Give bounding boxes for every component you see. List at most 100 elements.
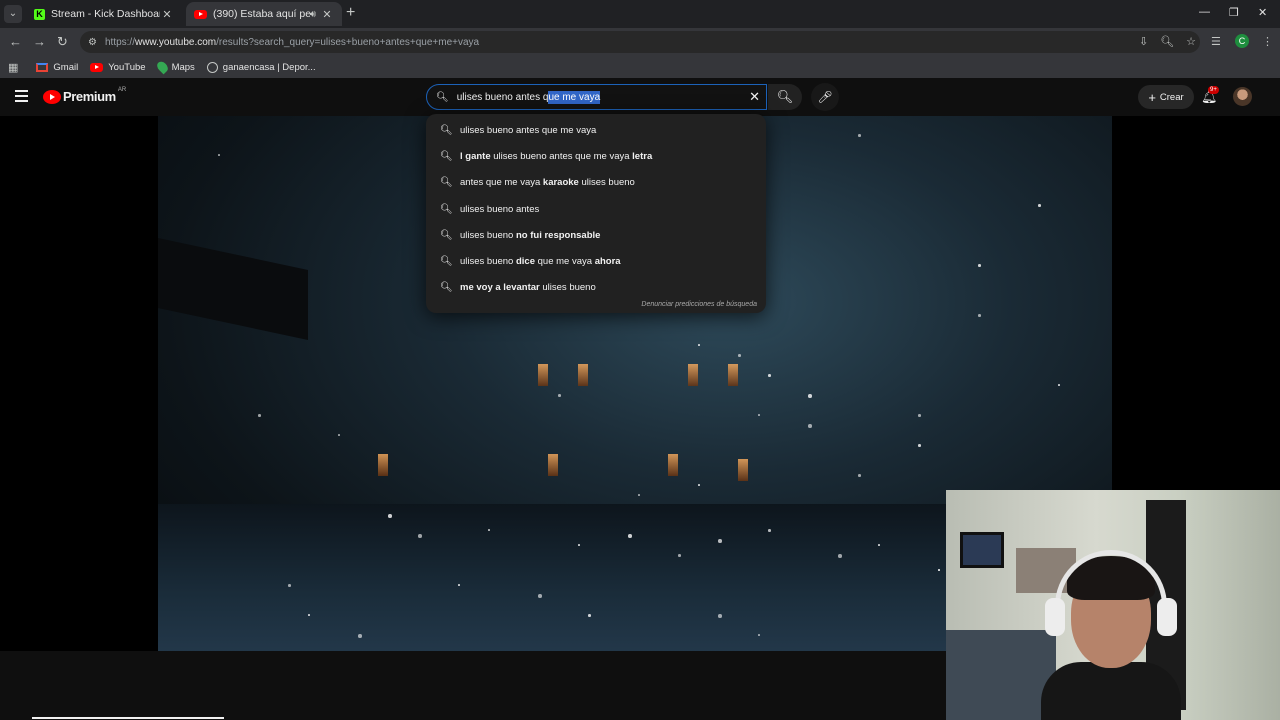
crowd-light bbox=[938, 569, 940, 571]
crowd-light bbox=[388, 514, 392, 518]
search-suggestion[interactable]: 🔍︎ antes que me vaya karaoke ulises bueno bbox=[426, 170, 766, 196]
forward-icon[interactable]: → bbox=[33, 34, 46, 50]
search-suggestions: 🔍︎ ulises bueno antes que me vaya 🔍︎ l gant… bbox=[426, 114, 766, 313]
crowd-light bbox=[218, 154, 220, 156]
crowd-light bbox=[578, 544, 580, 546]
url-text[interactable]: https://www.youtube.com/results?search_q… bbox=[105, 37, 479, 48]
zoom-icon[interactable]: 🔍︎ bbox=[1160, 35, 1174, 48]
close-window-icon[interactable]: ✕ bbox=[1258, 6, 1267, 19]
tab-title: Stream - Kick Dashboard bbox=[51, 8, 160, 20]
create-button[interactable]: + Crear bbox=[1138, 85, 1194, 109]
stage-light bbox=[378, 454, 388, 476]
search-icon: 🔍︎ bbox=[440, 150, 453, 162]
clear-search-icon[interactable]: ✕ bbox=[749, 89, 760, 105]
crowd-light bbox=[918, 414, 921, 417]
new-tab-button[interactable]: + bbox=[346, 5, 355, 21]
bookmark-gmail[interactable]: Gmail bbox=[36, 62, 78, 73]
search-suggestion[interactable]: 🔍︎ l gante ulises bueno antes que me vaya… bbox=[426, 143, 766, 169]
search-icon: 🔍︎ bbox=[440, 256, 453, 268]
crowd-light bbox=[918, 444, 921, 447]
search-icon: 🔍︎ bbox=[440, 177, 453, 189]
tab-youtube[interactable]: (390) Estaba aquí pensando 🔊︎ ✕ bbox=[186, 2, 342, 26]
youtube-icon bbox=[194, 9, 207, 19]
crowd-light bbox=[758, 634, 760, 636]
bookmark-label: Maps bbox=[171, 61, 195, 73]
apps-grid-icon[interactable]: ▦ bbox=[8, 61, 18, 74]
site-info-icon[interactable]: ⚙︎ bbox=[88, 37, 97, 48]
stage-light bbox=[538, 364, 548, 386]
suggestion-text: ulises bueno no fui responsable bbox=[460, 229, 601, 241]
crowd-light bbox=[758, 414, 760, 416]
crowd-light bbox=[698, 344, 700, 346]
bookmark-youtube[interactable]: YouTube bbox=[90, 62, 146, 73]
kick-icon: K bbox=[34, 8, 45, 20]
search-button[interactable]: 🔍︎ bbox=[768, 84, 802, 110]
search-icon: 🔍︎ bbox=[440, 124, 453, 136]
video-progress-bar[interactable] bbox=[32, 717, 224, 719]
bookmark-ganaencasa[interactable]: ganaencasa | Depor... bbox=[206, 61, 316, 73]
report-predictions-link[interactable]: Denunciar predicciones de búsqueda bbox=[641, 301, 757, 308]
headphones bbox=[1055, 550, 1167, 630]
bookmark-star-icon[interactable]: ☆ bbox=[1186, 35, 1196, 48]
crowd-light bbox=[628, 534, 632, 538]
menu-kebab-icon[interactable]: ⋮ bbox=[1262, 35, 1273, 48]
profile-avatar[interactable]: C bbox=[1235, 34, 1249, 48]
video-letterbox-right bbox=[1112, 114, 1280, 490]
tab-kick-dashboard[interactable]: K Stream - Kick Dashboard ✕ bbox=[26, 2, 182, 26]
restore-icon[interactable]: ❐ bbox=[1229, 6, 1239, 19]
crowd-light bbox=[878, 544, 880, 546]
tab-search-button[interactable]: ⌄ bbox=[4, 5, 22, 23]
close-icon[interactable]: ✕ bbox=[160, 8, 174, 21]
stage-light bbox=[578, 364, 588, 386]
browser-toolbar: ← → ↻ ⚙︎ https://www.youtube.com/results… bbox=[0, 28, 1280, 56]
crowd-light bbox=[418, 534, 422, 538]
suggestion-text: antes que me vaya karaoke ulises bueno bbox=[460, 177, 635, 189]
crowd-light bbox=[858, 134, 861, 137]
crowd-light bbox=[538, 594, 542, 598]
crowd-light bbox=[588, 614, 591, 617]
account-avatar[interactable] bbox=[1233, 87, 1252, 106]
speaker-icon[interactable]: 🔊︎ bbox=[310, 9, 316, 20]
crowd-light bbox=[288, 584, 291, 587]
voice-search-button[interactable]: 🎤︎ bbox=[811, 83, 839, 111]
address-bar[interactable]: ⚙︎ https://www.youtube.com/results?searc… bbox=[80, 31, 1200, 53]
menu-icon[interactable] bbox=[15, 90, 28, 105]
screen: ⌄ K Stream - Kick Dashboard ✕ (390) Esta… bbox=[0, 0, 1280, 720]
crowd-light bbox=[1038, 204, 1041, 207]
search-icon: 🔍︎ bbox=[440, 229, 453, 241]
search-suggestion[interactable]: 🔍︎ ulises bueno no fui responsable bbox=[426, 222, 766, 248]
crowd-light bbox=[308, 614, 310, 616]
crowd-light bbox=[488, 529, 490, 531]
search-text: ulises bueno antes q bbox=[456, 91, 549, 103]
install-app-icon[interactable]: ⇩ bbox=[1139, 35, 1148, 48]
media-control-icon[interactable]: ☰ bbox=[1211, 35, 1221, 48]
stage-light bbox=[548, 454, 558, 476]
suggestion-text: ulises bueno dice que me vaya ahora bbox=[460, 256, 621, 268]
youtube-premium-logo[interactable]: Premium AR bbox=[43, 87, 126, 104]
crowd-light bbox=[258, 414, 261, 417]
minimize-icon[interactable]: — bbox=[1199, 6, 1210, 18]
video-letterbox-left bbox=[0, 114, 158, 651]
search-suggestion[interactable]: 🔍︎ ulises bueno antes que me vaya bbox=[426, 117, 766, 143]
back-icon[interactable]: ← bbox=[9, 34, 22, 50]
page-scrollbar[interactable] bbox=[1271, 82, 1277, 487]
search-input[interactable]: 🔍︎ ulises bueno antes q ue me vaya ✕ bbox=[426, 84, 767, 110]
search-icon: 🔍︎ bbox=[440, 203, 453, 215]
bookmark-maps[interactable]: Maps bbox=[154, 59, 195, 75]
crowd-light bbox=[458, 584, 460, 586]
reload-icon[interactable]: ↻ bbox=[57, 34, 68, 50]
crowd-light bbox=[768, 374, 771, 377]
suggestion-text: me voy a levantar ulises bueno bbox=[460, 282, 596, 294]
close-icon[interactable]: ✕ bbox=[320, 8, 334, 21]
maps-icon bbox=[154, 59, 170, 75]
omnibox-actions: ⇩ 🔍︎ ☆ bbox=[1139, 35, 1196, 48]
crowd-light bbox=[558, 394, 561, 397]
search-text-selected: ue me vaya bbox=[548, 90, 601, 104]
search-suggestion[interactable]: 🔍︎ ulises bueno dice que me vaya ahora bbox=[426, 248, 766, 274]
search-suggestion[interactable]: 🔍︎ ulises bueno antes bbox=[426, 196, 766, 222]
stage-screen bbox=[158, 238, 308, 340]
crowd-light bbox=[338, 434, 340, 436]
streamer bbox=[1041, 550, 1181, 720]
search-suggestion[interactable]: 🔍︎ me voy a levantar ulises bueno bbox=[426, 275, 766, 301]
stage-light bbox=[728, 364, 738, 386]
